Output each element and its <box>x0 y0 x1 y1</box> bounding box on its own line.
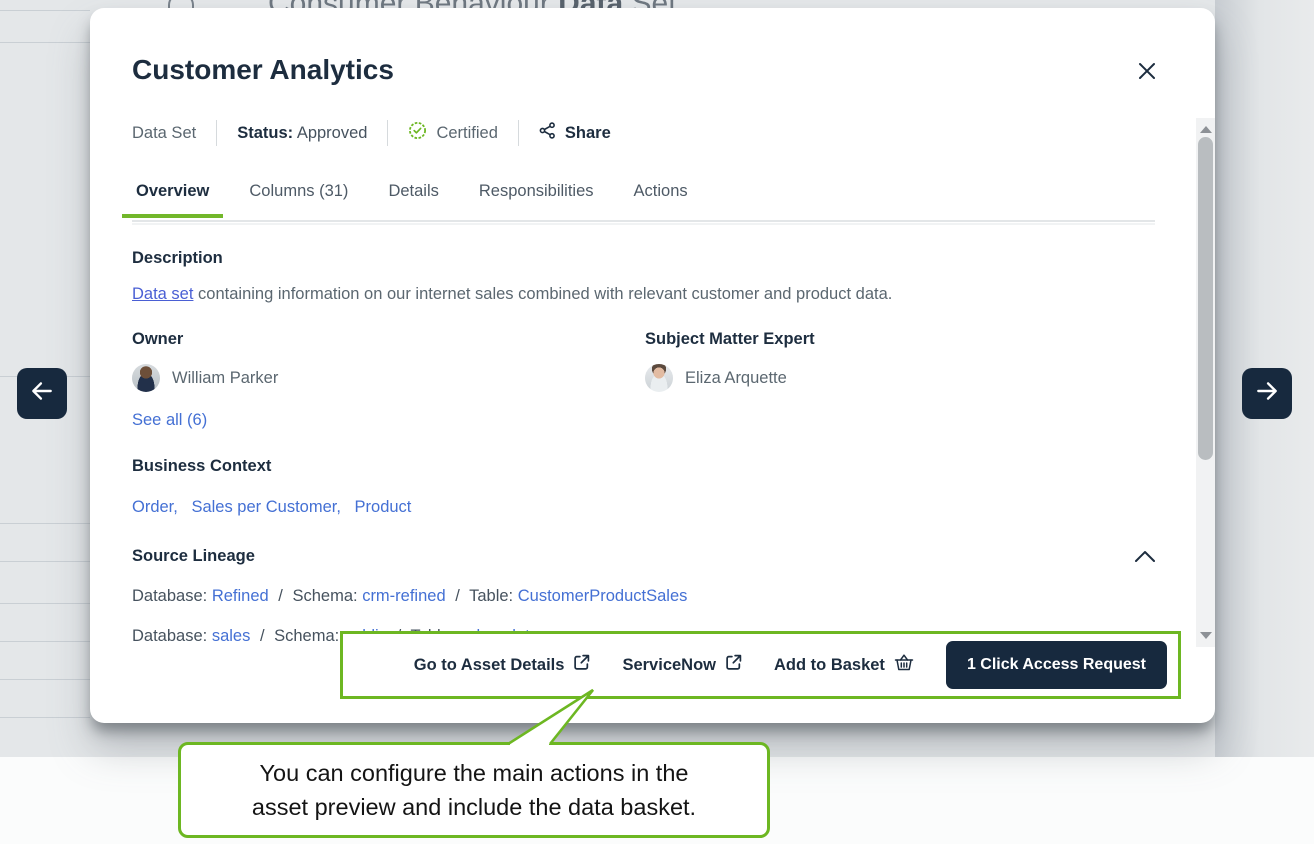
status-text: Status: Approved <box>237 124 367 143</box>
description-text: Data set containing information on our i… <box>132 285 1082 304</box>
external-link-icon <box>725 654 742 676</box>
data-set-link[interactable]: Data set <box>132 285 193 303</box>
db-label: Database: <box>132 627 207 645</box>
schema-label: Schema: <box>292 587 357 605</box>
certified-badge: Certified <box>408 121 497 145</box>
tab-separator-shadow <box>132 223 1155 225</box>
sme-avatar <box>645 364 673 392</box>
description-heading: Description <box>132 249 223 268</box>
owner-name: William Parker <box>172 369 278 388</box>
share-label: Share <box>565 124 611 143</box>
one-click-access-request-button[interactable]: 1 Click Access Request <box>946 641 1167 689</box>
sme-person: Eliza Arquette <box>645 364 787 392</box>
schema-label: Schema: <box>274 627 339 645</box>
divider <box>518 120 519 146</box>
shopping-basket-icon <box>894 654 914 677</box>
see-all-link[interactable]: See all (6) <box>132 411 207 429</box>
arrow-right-icon <box>1254 378 1280 409</box>
divider <box>387 120 388 146</box>
lineage-table-link[interactable]: CustomerProductSales <box>518 587 688 605</box>
callout-line-2: asset preview and include the data baske… <box>252 790 696 824</box>
source-lineage-heading: Source Lineage <box>132 547 255 566</box>
share-nodes-icon <box>539 122 556 144</box>
lineage-db-link[interactable]: Refined <box>212 587 269 605</box>
status-label: Status: <box>237 124 293 142</box>
business-context-link-product[interactable]: Product <box>355 498 412 516</box>
owner-heading: Owner <box>132 330 183 349</box>
business-context-link-sales-per-customer[interactable]: Sales per Customer, <box>191 498 340 516</box>
background-table-line <box>0 603 90 604</box>
tab-responsibilities[interactable]: Responsibilities <box>465 182 608 218</box>
business-context-links: Order, Sales per Customer, Product <box>132 498 420 517</box>
asset-preview-modal: Customer Analytics Data Set Status: Appr… <box>90 8 1215 723</box>
next-asset-button[interactable] <box>1242 368 1292 419</box>
tab-details[interactable]: Details <box>374 182 452 218</box>
scrollbar[interactable] <box>1196 118 1215 647</box>
background-table-line <box>0 679 90 680</box>
background-table-line <box>0 717 90 718</box>
lineage-separator: / <box>455 587 460 605</box>
business-context-heading: Business Context <box>132 457 271 476</box>
lineage-separator: / <box>260 627 265 645</box>
certified-label: Certified <box>436 124 497 143</box>
basket-label: Add to Basket <box>774 656 885 675</box>
divider <box>216 120 217 146</box>
lineage-db-link[interactable]: sales <box>212 627 251 645</box>
lineage-row-1: Database: Refined / Schema: crm-refined … <box>132 587 687 606</box>
scrollbar-thumb[interactable] <box>1198 137 1213 460</box>
asset-details-label: Go to Asset Details <box>414 656 565 675</box>
scrollbar-down-arrow-icon[interactable] <box>1200 632 1212 639</box>
background-table-line <box>0 10 90 11</box>
meta-row: Data Set Status: Approved Certified Shar… <box>132 120 611 146</box>
collapse-section-button[interactable] <box>1133 548 1157 569</box>
callout-pointer <box>490 680 620 755</box>
lineage-schema-link[interactable]: crm-refined <box>362 587 445 605</box>
add-to-basket-button[interactable]: Add to Basket <box>774 654 914 677</box>
status-value: Approved <box>293 124 367 142</box>
close-button[interactable] <box>1132 58 1162 88</box>
share-button[interactable]: Share <box>539 122 611 144</box>
background-table-line <box>0 523 90 524</box>
chevron-up-icon <box>1133 551 1157 568</box>
see-all-link-wrap: See all (6) <box>132 411 207 430</box>
page: Consumer Behaviour Data Set Customer Ana… <box>0 0 1314 844</box>
sme-heading: Subject Matter Expert <box>645 330 815 349</box>
db-label: Database: <box>132 587 207 605</box>
table-label: Table: <box>469 587 513 605</box>
background-table-line <box>0 641 90 642</box>
modal-title: Customer Analytics <box>132 54 394 86</box>
go-to-asset-details-button[interactable]: Go to Asset Details <box>414 654 591 676</box>
action-bar: Go to Asset Details ServiceNow Add to Ba… <box>340 631 1181 699</box>
tab-columns[interactable]: Columns (31) <box>235 182 362 218</box>
owner-person: William Parker <box>132 364 278 392</box>
tab-overview[interactable]: Overview <box>122 182 223 218</box>
tab-actions[interactable]: Actions <box>620 182 702 218</box>
background-table-line <box>0 561 90 562</box>
previous-asset-button[interactable] <box>17 368 67 419</box>
sme-name: Eliza Arquette <box>685 369 787 388</box>
tab-separator <box>132 220 1155 222</box>
callout-line-1: You can configure the main actions in th… <box>260 756 689 790</box>
seal-check-icon <box>408 121 427 145</box>
description-body: containing information on our internet s… <box>193 285 892 303</box>
lineage-separator: / <box>278 587 283 605</box>
asset-type-label: Data Set <box>132 124 196 143</box>
business-context-link-order[interactable]: Order, <box>132 498 178 516</box>
external-link-icon <box>573 654 590 676</box>
tab-bar: Overview Columns (31) Details Responsibi… <box>122 182 702 218</box>
owner-avatar <box>132 364 160 392</box>
servicenow-button[interactable]: ServiceNow <box>622 654 742 676</box>
arrow-left-icon <box>29 378 55 409</box>
close-icon <box>1136 60 1158 87</box>
servicenow-label: ServiceNow <box>622 656 716 675</box>
background-table-line <box>0 42 90 43</box>
callout-tooltip: You can configure the main actions in th… <box>178 742 770 838</box>
scrollbar-up-arrow-icon[interactable] <box>1200 126 1212 133</box>
